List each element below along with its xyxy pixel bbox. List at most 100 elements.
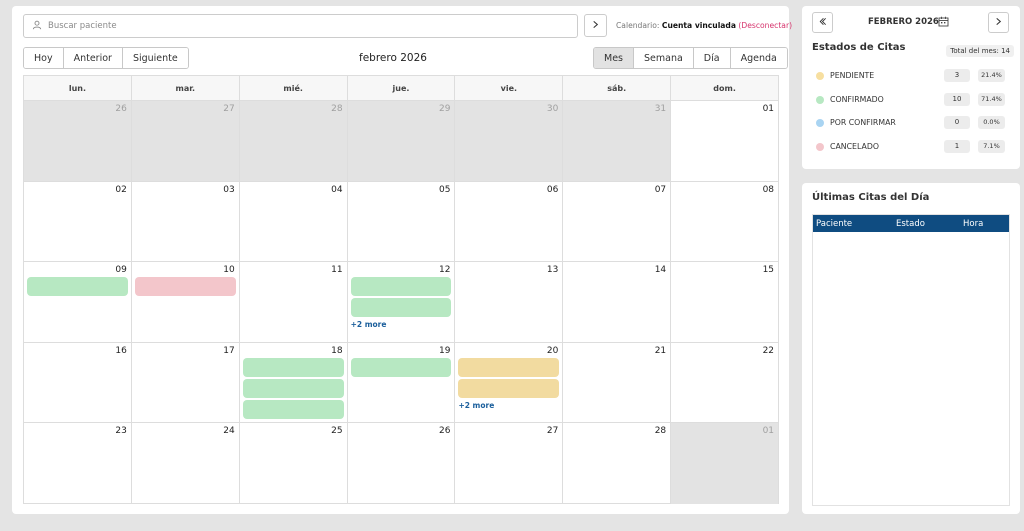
search-go-button[interactable] (584, 14, 607, 37)
day-cell[interactable]: 08 (671, 182, 778, 262)
day-cell[interactable]: 22 (671, 343, 778, 423)
day-number[interactable]: 29 (439, 104, 450, 114)
calendar-icon[interactable] (938, 16, 949, 27)
day-number[interactable]: 01 (763, 104, 774, 114)
day-number[interactable]: 24 (223, 426, 234, 436)
day-number[interactable]: 26 (439, 426, 450, 436)
event-confirmado[interactable] (350, 357, 452, 377)
day-cell[interactable]: 26 (348, 423, 456, 504)
next-month-button[interactable] (988, 12, 1009, 33)
day-cell[interactable]: 03 (132, 181, 240, 262)
day-cell[interactable]: 21 (563, 342, 672, 423)
view-month-button[interactable]: Mes (594, 48, 634, 68)
day-number[interactable]: 05 (439, 185, 450, 195)
day-number[interactable]: 27 (547, 426, 558, 436)
view-day-button[interactable]: Día (693, 48, 731, 68)
event-pendiente[interactable] (458, 357, 560, 377)
day-cell[interactable]: 12 +2 more (348, 262, 456, 342)
day-cell[interactable]: 15 (671, 262, 778, 342)
day-cell[interactable]: 17 (132, 342, 240, 423)
day-number[interactable]: 13 (547, 265, 558, 275)
day-cell[interactable]: 01 (671, 101, 778, 181)
search-input[interactable] (48, 21, 548, 31)
day-number[interactable]: 27 (223, 104, 234, 114)
day-number[interactable]: 22 (763, 346, 774, 356)
day-cell[interactable]: 04 (240, 181, 348, 262)
show-more-link[interactable]: +2 more (351, 320, 387, 329)
day-number[interactable]: 28 (655, 426, 666, 436)
day-number[interactable]: 15 (763, 265, 774, 275)
today-button[interactable]: Hoy (24, 48, 64, 68)
day-cell[interactable]: 28 (563, 423, 672, 504)
day-number[interactable]: 01 (763, 426, 774, 436)
total-month-badge: Total del mes: 14 (946, 45, 1014, 57)
day-cell[interactable]: 29 (347, 101, 456, 181)
day-number[interactable]: 09 (115, 265, 126, 275)
day-number[interactable]: 03 (223, 185, 234, 195)
day-cell[interactable]: 18 (240, 342, 348, 423)
day-number[interactable]: 14 (655, 265, 666, 275)
day-number[interactable]: 16 (115, 346, 126, 356)
day-number[interactable]: 17 (223, 346, 234, 356)
day-number[interactable]: 25 (331, 426, 342, 436)
day-cell[interactable]: 30 (455, 101, 564, 181)
day-cell[interactable]: 05 (348, 181, 456, 262)
show-more-link[interactable]: +2 more (458, 401, 494, 410)
day-cell[interactable]: 10 (132, 262, 240, 342)
day-number[interactable]: 20 (547, 346, 558, 356)
event-confirmado[interactable] (242, 378, 344, 398)
day-cell[interactable]: 26 (24, 101, 132, 181)
day-number[interactable]: 06 (547, 185, 558, 195)
event-cancelado[interactable] (134, 277, 236, 297)
day-cell[interactable]: 25 (240, 423, 348, 504)
day-number[interactable]: 21 (655, 346, 666, 356)
view-week-button[interactable]: Semana (634, 48, 694, 68)
day-cell[interactable]: 02 (24, 181, 132, 262)
event-pendiente[interactable] (458, 378, 560, 398)
disconnect-link[interactable]: (Desconectar) (738, 21, 792, 30)
day-number[interactable]: 31 (655, 104, 666, 114)
day-cell[interactable]: 27 (131, 101, 240, 181)
weekday-header: lun. mar. mié. jue. vie. sáb. dom. (24, 76, 778, 101)
day-cell[interactable]: 11 (240, 262, 348, 342)
day-number[interactable]: 02 (115, 185, 126, 195)
day-number[interactable]: 28 (331, 104, 342, 114)
day-number[interactable]: 18 (331, 346, 342, 356)
day-cell[interactable]: 24 (132, 423, 240, 504)
day-cell[interactable]: 19 (348, 342, 456, 423)
event-confirmado[interactable] (242, 399, 344, 419)
day-cell[interactable]: 07 (563, 181, 672, 262)
status-percent: 7.1% (978, 140, 1005, 154)
event-confirmado[interactable] (350, 298, 452, 318)
day-number[interactable]: 23 (115, 426, 126, 436)
day-cell[interactable]: 06 (455, 181, 564, 262)
day-cell[interactable]: 14 (563, 262, 672, 342)
day-cell[interactable]: 23 (24, 423, 132, 504)
day-number[interactable]: 30 (547, 104, 558, 114)
day-number[interactable]: 19 (439, 346, 450, 356)
day-cell[interactable]: 27 (455, 423, 564, 504)
day-cell[interactable]: 13 (455, 262, 564, 342)
day-cell[interactable]: 01 (671, 423, 779, 504)
event-confirmado[interactable] (27, 277, 128, 297)
event-confirmado[interactable] (350, 277, 452, 297)
prev-month-button[interactable] (812, 12, 833, 33)
day-cell[interactable]: 31 (563, 101, 672, 181)
day-number[interactable]: 10 (223, 265, 234, 275)
previous-button[interactable]: Anterior (63, 48, 123, 68)
day-number[interactable]: 11 (331, 265, 342, 275)
day-cell[interactable]: 20 +2 more (455, 342, 564, 423)
day-number[interactable]: 12 (439, 265, 450, 275)
day-number[interactable]: 08 (763, 185, 774, 195)
next-button[interactable]: Siguiente (122, 48, 188, 68)
event-confirmado[interactable] (242, 357, 344, 377)
day-number[interactable]: 07 (655, 185, 666, 195)
view-agenda-button[interactable]: Agenda (730, 48, 787, 68)
day-cell[interactable]: 09 (24, 262, 132, 342)
day-number[interactable]: 26 (115, 104, 126, 114)
day-number[interactable]: 04 (331, 185, 342, 195)
search-box[interactable] (23, 14, 578, 38)
day-cell[interactable]: 28 (239, 101, 348, 181)
day-cell[interactable]: 16 (24, 342, 132, 423)
status-dot-icon (816, 143, 824, 152)
